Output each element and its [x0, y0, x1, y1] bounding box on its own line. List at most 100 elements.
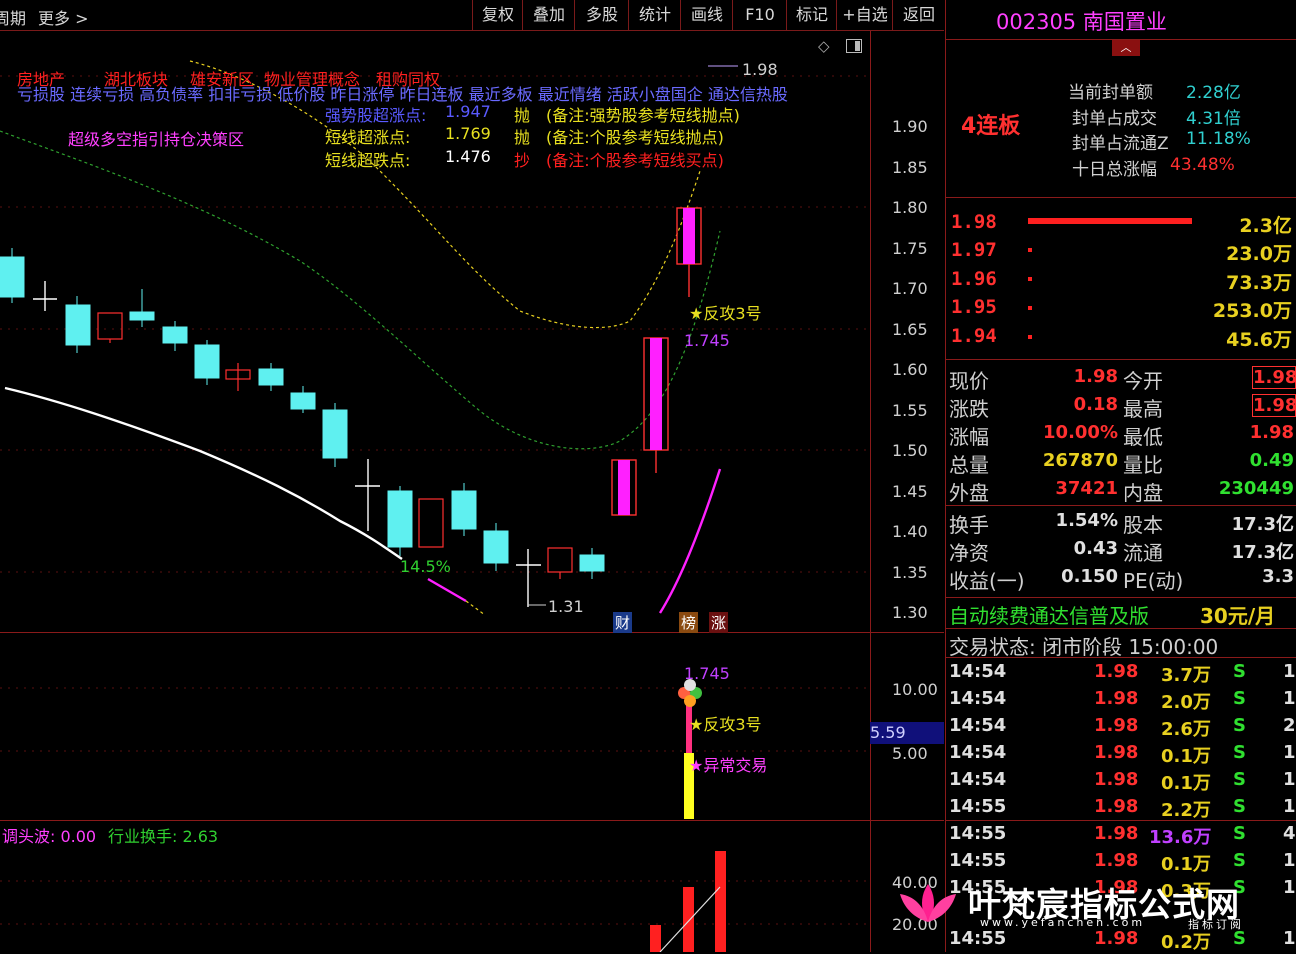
bid-volume: 45.6万 [1226, 329, 1292, 351]
quote-value: 10.00% [1043, 422, 1118, 443]
quote-label: 总量 [949, 453, 989, 477]
fund-label: 收益(一) [949, 569, 1025, 593]
quote-value: 1.98 [1252, 394, 1296, 417]
mid-axis-label: 5.00 [892, 744, 928, 763]
more-menu[interactable]: 更多 > [38, 5, 89, 29]
draw-line-button[interactable]: 画线 [680, 0, 733, 30]
seal-label: 十日总涨幅 [1072, 160, 1157, 180]
finance-badge[interactable]: 财 [613, 612, 633, 633]
lotus-logo-icon [900, 884, 956, 922]
limit-up-count: 4连板 [961, 114, 1021, 139]
bid-volume: 73.3万 [1226, 272, 1292, 294]
green-band-line [0, 130, 721, 450]
quote-value: 230449 [1218, 478, 1294, 499]
low-price-mark: 1.31 [548, 597, 584, 616]
ad-banner[interactable]: 自动续费通达信普及版 [949, 600, 1149, 629]
limit-up-badge[interactable]: 涨 [709, 612, 729, 633]
quote-value: 1.98 [1073, 366, 1118, 387]
signal-short-up-action: 抛 [514, 128, 531, 147]
price-axis-label: 1.45 [892, 482, 928, 501]
restore-rights-button[interactable]: 复权 [472, 0, 523, 30]
bid-volume-bar [1028, 335, 1032, 339]
signal-short-down-name: 短线超跌点: [325, 151, 411, 170]
f10-button[interactable]: F10 [732, 0, 787, 30]
multi-stock-button[interactable]: 多股 [574, 0, 629, 30]
tick-row: 14:54 1.98 3.7万 S 1 [949, 661, 1296, 686]
seal-label: 当前封单额 [1068, 83, 1153, 103]
overlay-button[interactable]: 叠加 [522, 0, 575, 30]
quote-label: 外盘 [949, 481, 989, 505]
limit-up-candles [611, 207, 702, 516]
rank-badge[interactable]: 榜 [679, 612, 699, 633]
mid-level-label: 1.745 [684, 664, 730, 683]
quote-label: 涨跌 [949, 397, 989, 421]
bid-volume-bar [1028, 306, 1032, 310]
axis-separator [870, 31, 871, 952]
bid-price: 1.97 [951, 239, 997, 261]
quote-value: 37421 [1055, 478, 1118, 499]
mid-abnormal-signal: ★异常交易 [689, 756, 768, 775]
tick-row: 14:54 1.98 2.6万 S 2 [949, 715, 1296, 740]
seal-label: 封单占流通Z [1072, 134, 1169, 154]
mid-current-value: 5.59 [870, 722, 944, 744]
fund-value: 0.43 [1073, 538, 1118, 559]
watermark-sub: 指标订阅 [1188, 918, 1244, 931]
fund-label: 换手 [949, 513, 989, 537]
bid-volume-bar [1028, 248, 1032, 252]
quote-panel: 002305 南国置业 ︿ 4连板 当前封单额 2.28亿 封单占成交 4.31… [945, 0, 1296, 953]
collapse-icon[interactable]: ︿ [1112, 40, 1140, 56]
seal-value: 43.48% [1170, 155, 1235, 175]
price-axis-label: 1.85 [892, 158, 928, 177]
quote-label: 量比 [1123, 453, 1163, 477]
ad-price[interactable]: 30元/月 [1200, 600, 1275, 629]
fund-label: PE(动) [1123, 569, 1184, 593]
bid-price: 1.96 [951, 268, 997, 290]
strategy-title: 超级多空指引持仓决策区 [68, 130, 245, 149]
statistics-button[interactable]: 统计 [628, 0, 681, 30]
magenta-line-low [427, 577, 467, 603]
signal-short-up-value: 1.769 [445, 124, 491, 143]
price-axis-label: 1.35 [892, 563, 928, 582]
fund-value: 17.3亿 [1231, 514, 1294, 535]
back-button[interactable]: 返回 [892, 0, 945, 30]
fund-label: 股本 [1123, 513, 1163, 537]
seal-value: 4.31倍 [1186, 109, 1241, 129]
quote-label: 内盘 [1123, 481, 1163, 505]
signal-short-down-value: 1.476 [445, 147, 491, 166]
kline-chart-area[interactable]: ◇ 房地产 湖北板块 雄安新区 物业管理概念 租购同权 亏损股 连续亏损 高负债… [0, 31, 944, 952]
mid-fangong-signal: ★反攻3号 [689, 715, 762, 734]
tick-row: 14:55 1.98 0.1万 S 1 [949, 850, 1296, 875]
quote-label: 今开 [1123, 369, 1163, 393]
bid-price: 1.95 [951, 296, 997, 318]
tick-row: 14:54 1.98 0.1万 S 1 [949, 742, 1296, 767]
quote-label: 最低 [1123, 425, 1163, 449]
pct-label: 14.5% [400, 557, 451, 576]
fund-label: 流通 [1123, 541, 1163, 565]
quote-label: 现价 [949, 369, 989, 393]
stock-attribute-tags: 亏损股 连续亏损 高负债率 扣非亏损 低价股 昨日涨停 昨日连板 最近多板 最近… [17, 85, 788, 104]
price-axis-label: 1.40 [892, 522, 928, 541]
bottom-indicator-value: 行业换手: 2.63 [108, 827, 219, 846]
add-favorite-button[interactable]: +自选 [836, 0, 893, 30]
price-axis-label: 1.30 [892, 603, 928, 622]
price-axis-label: 1.55 [892, 401, 928, 420]
chart-toolbar: 周期 更多 > 复权 叠加 多股 统计 画线 F10 标记 +自选 返回 [0, 0, 944, 31]
bid-price: 1.98 [951, 211, 997, 233]
period-menu[interactable]: 周期 [0, 5, 26, 29]
bid-volume: 23.0万 [1226, 243, 1292, 265]
signal-short-up-note: (备注:个股参考短线抛点) [546, 128, 724, 147]
stock-code-name: 002305 南国置业 [996, 10, 1167, 34]
fund-value: 17.3亿 [1231, 542, 1294, 563]
signal-short-down-action: 抄 [514, 151, 531, 170]
price-axis-label: 1.65 [892, 320, 928, 339]
watermark: 叶梵宸指标公式网 www.yefanchen.com 指标订阅 [896, 876, 1296, 952]
mark-button[interactable]: 标记 [786, 0, 837, 30]
quote-value: 0.49 [1249, 450, 1294, 471]
seal-label: 封单占成交 [1072, 109, 1157, 129]
seal-value: 11.18% [1186, 129, 1251, 149]
seal-value: 2.28亿 [1186, 83, 1241, 103]
tick-row: 14:55 1.98 2.2万 S 1 [949, 796, 1296, 821]
price-axis-label: 1.50 [892, 441, 928, 460]
price-axis-label: 1.70 [892, 279, 928, 298]
tick-row: 14:54 1.98 2.0万 S 1 [949, 688, 1296, 713]
